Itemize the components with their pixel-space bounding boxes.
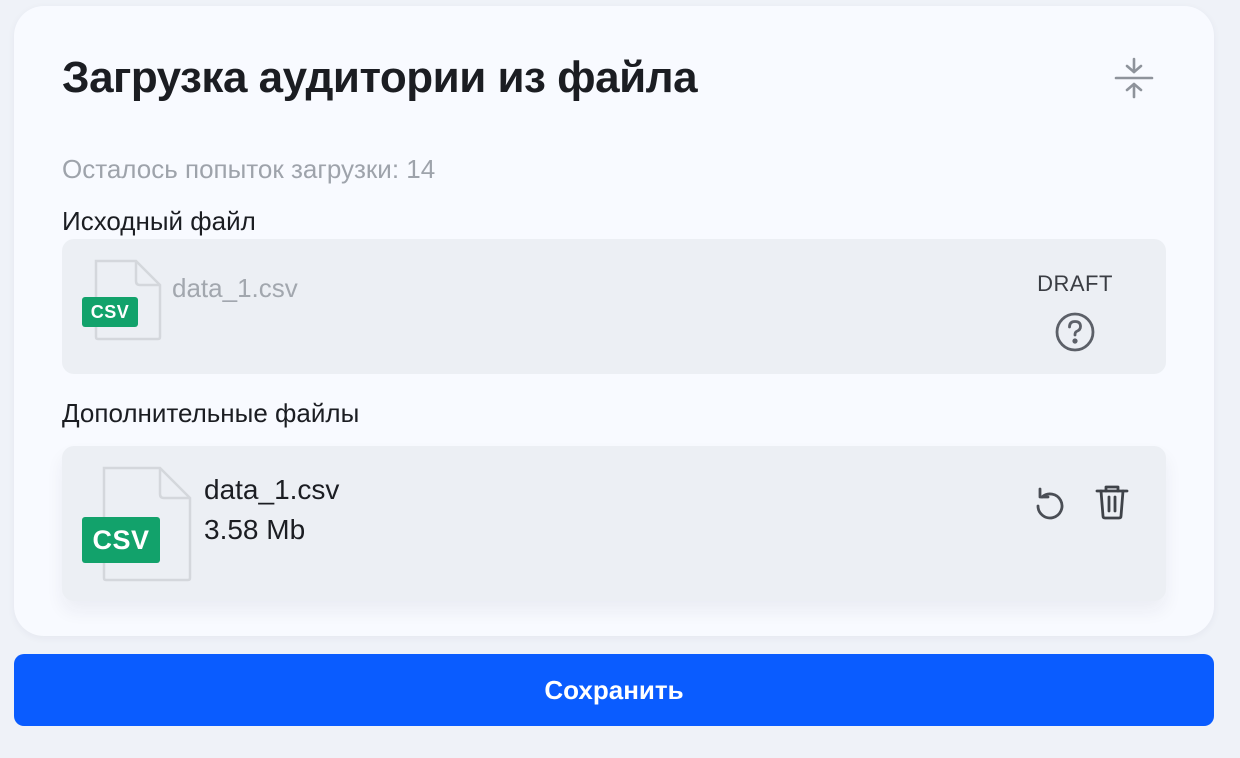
csv-badge: CSV: [82, 517, 160, 563]
upload-dialog: Загрузка аудитории из файла Осталось поп…: [14, 6, 1214, 636]
rotate-ccw-icon[interactable]: [1029, 484, 1069, 524]
question-circle-icon[interactable]: [1054, 311, 1096, 353]
trash-icon[interactable]: [1092, 482, 1132, 522]
extra-file-name: data_1.csv: [204, 474, 340, 505]
source-file-label: Исходный файл: [62, 206, 256, 236]
extra-files-label: Дополнительные файлы: [62, 398, 360, 428]
source-file-card: CSV data_1.csv DRAFT: [62, 239, 1166, 374]
dialog-title: Загрузка аудитории из файла: [62, 53, 698, 102]
source-file-name: data_1.csv: [172, 273, 298, 303]
extra-file-size: 3.58 Mb: [204, 514, 306, 545]
extra-file-card: CSV data_1.csv 3.58 Mb: [62, 446, 1166, 601]
csv-badge: CSV: [82, 297, 138, 327]
collapse-vertical-icon[interactable]: [1112, 56, 1156, 100]
status-badge: DRAFT: [1037, 271, 1113, 296]
attempts-remaining: Осталось попыток загрузки: 14: [62, 154, 436, 184]
save-button[interactable]: Сохранить: [14, 654, 1214, 726]
